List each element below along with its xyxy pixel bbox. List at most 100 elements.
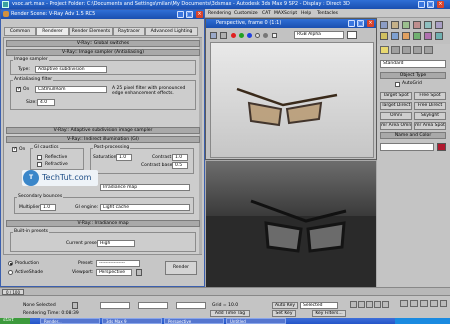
red-channel-icon[interactable] [231,33,236,38]
contrast-base-spinner[interactable]: 0.5 [172,162,188,169]
refractive-checkbox[interactable] [37,162,42,167]
free-direct-button[interactable]: Free Direct [414,102,446,110]
menu-customize[interactable]: Customize [234,11,258,17]
object-color-swatch[interactable] [437,143,446,151]
tab-render-elements[interactable]: Render Elements [69,27,113,36]
frame-close-button[interactable]: × [367,20,374,27]
menu-maxscript[interactable]: MAXScript [274,11,297,17]
pan-icon[interactable] [420,300,428,307]
add-time-tag-button[interactable]: Add Time Tag [210,310,250,317]
green-channel-icon[interactable] [239,33,244,38]
camera-icon[interactable] [391,46,400,54]
spacewarp-icon[interactable] [413,46,422,54]
x-coordinate-field[interactable] [100,302,130,309]
render-button[interactable]: Render [165,261,197,275]
color-swatch[interactable] [347,31,357,39]
taskbar-item-untitled[interactable]: Untitled [226,318,286,324]
target-spot-button[interactable]: Target Spot [380,92,412,100]
menu-help[interactable]: Help [301,11,311,17]
free-spot-button[interactable]: Free Spot [414,92,446,100]
light-type-dropdown[interactable]: Standard [380,60,446,68]
taskbar-item-render[interactable]: Render... [40,318,100,324]
contrast-spinner[interactable]: 1.0 [172,154,188,161]
blue-channel-icon[interactable] [247,33,252,38]
toolbar-icon[interactable] [402,21,410,29]
menu-cat[interactable]: CAT [262,11,271,17]
light-icon[interactable] [380,46,389,54]
time-slider-bar[interactable]: 0 / 100 [0,287,450,295]
z-coordinate-field[interactable] [176,302,206,309]
helper-icon[interactable] [402,46,411,54]
prev-frame-icon[interactable] [358,301,365,308]
toolbar-icon[interactable] [424,32,432,40]
maximize-button[interactable]: □ [427,1,434,8]
orbit-icon[interactable] [430,300,438,307]
systems-icon[interactable] [424,46,433,54]
omni-button[interactable]: Omni [380,112,412,120]
toolbar-icon[interactable] [380,32,388,40]
mono-channel-icon[interactable] [263,33,268,38]
adaptive-subdivision-rollout[interactable]: V-Ray:: Adaptive subdivision image sampl… [6,127,200,134]
perspective-viewport[interactable] [205,160,377,294]
maximize-viewport-icon[interactable] [440,300,447,307]
preset-dropdown[interactable]: ---------------- [96,260,140,267]
aa-filter-on-checkbox[interactable]: ✓ [16,86,21,92]
activeshade-radio[interactable] [8,270,13,275]
clear-icon[interactable] [272,33,277,38]
menu-tentacles[interactable]: Tentacles [317,11,338,17]
object-name-field[interactable] [380,143,434,151]
toolbar-icon[interactable] [435,21,443,29]
object-type-rollout[interactable]: Object Type [380,72,446,79]
toolbar-icon[interactable] [380,21,388,29]
frame-minimize-button[interactable]: _ [348,20,355,27]
save-image-icon[interactable] [210,32,217,39]
close-button[interactable]: × [437,1,444,8]
play-icon[interactable] [366,301,373,308]
tab-renderer[interactable]: Renderer [36,27,69,36]
multiplier-spinner[interactable]: 1.0 [40,204,56,211]
gi-engine-dropdown[interactable]: Light cache [100,204,190,211]
toolbar-icon[interactable] [391,32,399,40]
gi-on-checkbox[interactable]: ✓ [12,146,17,152]
clone-window-icon[interactable] [220,32,227,39]
production-radio[interactable] [8,261,13,266]
zoom-icon[interactable] [400,300,408,307]
key-filters-button[interactable]: Key Filters... [312,310,346,317]
lock-selection-icon[interactable] [72,302,78,309]
size-spinner[interactable]: 4.0 [37,99,55,106]
tab-common[interactable]: Common [4,27,36,36]
saturation-spinner[interactable]: 1.0 [116,154,132,161]
viewport-dropdown[interactable]: Perspective [96,269,132,276]
start-button[interactable]: start [0,318,30,324]
next-frame-icon[interactable] [374,301,381,308]
channel-dropdown[interactable]: RGB Alpha [294,31,344,39]
key-set-dropdown[interactable]: Selected [300,302,338,309]
toolbar-icon[interactable] [391,21,399,29]
lock-viewport-icon[interactable] [136,269,142,276]
go-end-icon[interactable] [382,301,389,308]
taskbar-item-max[interactable]: 3ds Max 9 [102,318,162,324]
name-color-rollout[interactable]: Name and Color [380,132,446,139]
indirect-illumination-rollout[interactable]: V-Ray:: Indirect illumination (GI) [6,136,200,143]
y-coordinate-field[interactable] [138,302,168,309]
minimize-button[interactable]: _ [418,1,425,8]
current-preset-dropdown[interactable]: High [97,240,135,247]
sampler-type-dropdown[interactable]: Adaptive subdivision [35,66,107,73]
tab-raytracer[interactable]: Raytracer [113,27,145,36]
auto-key-button[interactable]: Auto Key [272,302,298,309]
render-scene-minimize-button[interactable]: _ [177,11,184,18]
mr-area-omni-button[interactable]: mr Area Omni [380,122,412,130]
set-key-button[interactable]: Set Key [272,310,296,317]
taskbar-item-perspective[interactable]: Perspective [164,318,224,324]
global-switches-rollout[interactable]: V-Ray:: Global switches [6,40,200,47]
alpha-channel-icon[interactable] [255,33,260,38]
go-start-icon[interactable] [350,301,357,308]
mr-area-spot-button[interactable]: mr Area Spot [414,122,446,130]
menu-rendering[interactable]: Rendering [208,11,231,17]
tab-advanced-lighting[interactable]: Advanced Lighting [145,27,198,36]
toolbar-icon[interactable] [424,21,432,29]
irradiance-map-rollout[interactable]: V-Ray:: Irradiance map [6,220,200,227]
toolbar-icon[interactable] [402,32,410,40]
toolbar-icon[interactable] [413,32,421,40]
image-sampler-rollout[interactable]: V-Ray:: Image sampler (Antialiasing) [6,49,200,56]
